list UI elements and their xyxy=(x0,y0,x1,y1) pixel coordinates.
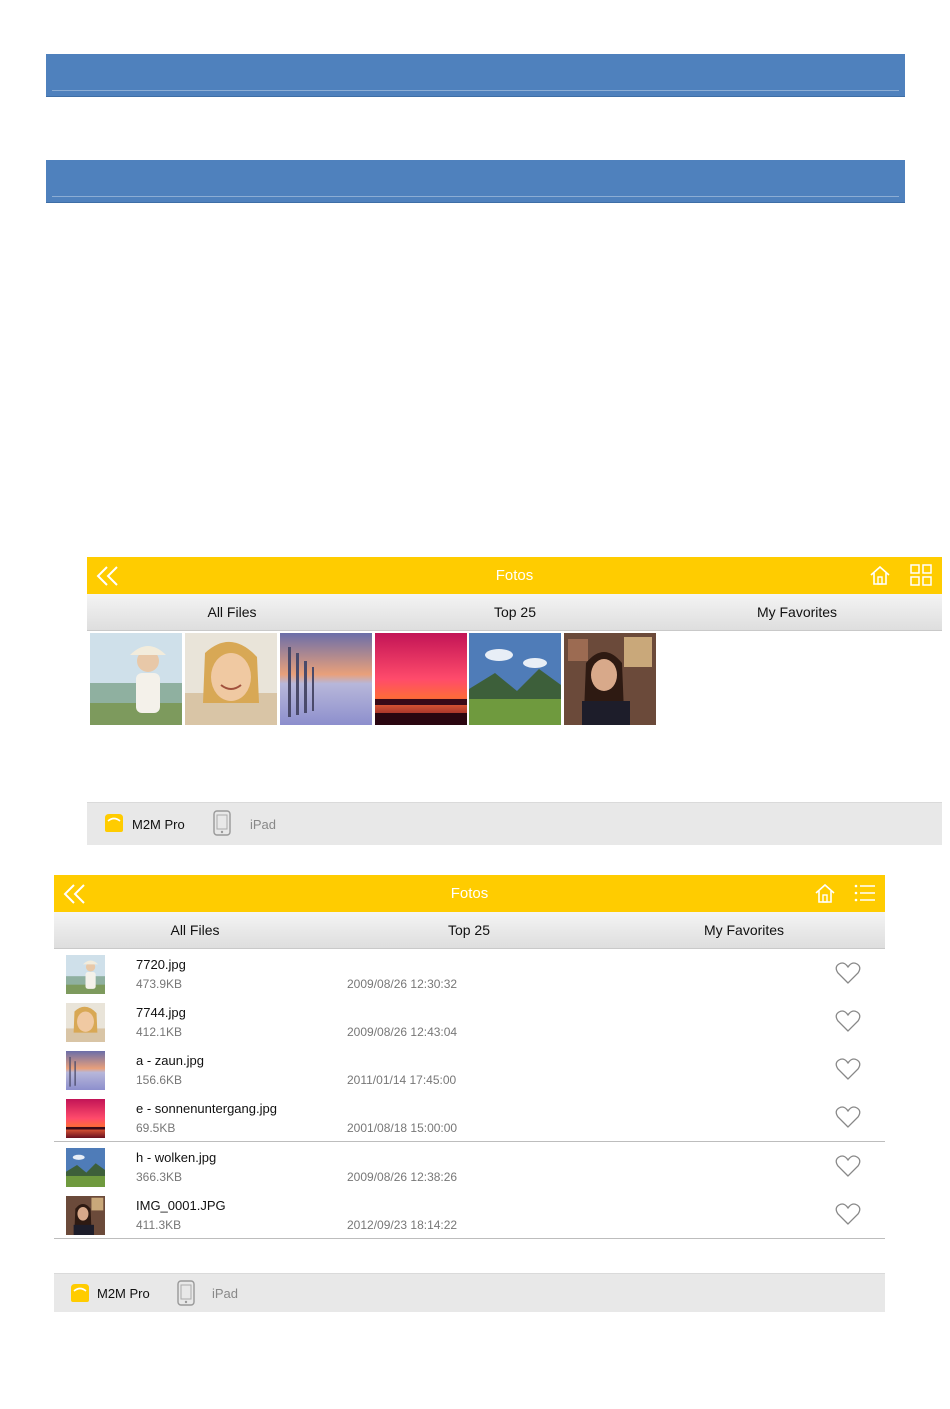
file-row[interactable]: 7720.jpg 473.9KB 2009/08/26 12:30:32 xyxy=(54,949,885,998)
file-name: e - sonnenuntergang.jpg xyxy=(136,1101,277,1116)
ipad-label[interactable]: iPad xyxy=(250,817,276,832)
heart-outline-icon[interactable] xyxy=(835,1009,861,1033)
photo-thumbnail[interactable] xyxy=(469,633,561,725)
m2m-drive-icon[interactable] xyxy=(68,1282,92,1304)
m2m-drive-icon[interactable] xyxy=(102,812,126,834)
file-size: 69.5KB xyxy=(136,1121,176,1135)
file-name: 7744.jpg xyxy=(136,1005,186,1020)
file-size: 411.3KB xyxy=(136,1218,182,1232)
photo-thumbnail[interactable] xyxy=(185,633,277,725)
file-date: 2012/09/23 18:14:22 xyxy=(347,1218,458,1232)
double-chevron-left-icon[interactable] xyxy=(95,564,121,588)
file-size: 156.6KB xyxy=(136,1073,183,1087)
file-thumbnail xyxy=(66,1148,105,1187)
file-thumbnail xyxy=(66,1003,105,1042)
m2m-pro-label[interactable]: M2M Pro xyxy=(132,817,185,832)
tab-all-files[interactable]: All Files xyxy=(95,912,295,948)
grid-title: Fotos xyxy=(495,567,534,584)
file-date: 2009/08/26 12:43:04 xyxy=(347,1025,458,1039)
heart-outline-icon[interactable] xyxy=(835,961,861,985)
tab-top-25[interactable]: Top 25 xyxy=(415,594,615,630)
photo-thumbnail[interactable] xyxy=(564,633,656,725)
file-name: a - zaun.jpg xyxy=(136,1053,204,1068)
file-thumbnail xyxy=(66,955,105,994)
m2m-pro-label[interactable]: M2M Pro xyxy=(97,1286,150,1301)
list-view-screenshot: Fotos All Files Top 25 My Favorites 7720… xyxy=(54,875,885,1312)
list-bottombar: M2M Pro iPad xyxy=(54,1273,885,1312)
grid-bottombar: M2M Pro iPad xyxy=(87,802,942,845)
grid-view-screenshot: Fotos All Files Top 25 My Favorites M2M … xyxy=(87,557,942,845)
grid-tabbar: All Files Top 25 My Favorites xyxy=(87,594,942,631)
file-row[interactable]: h - wolken.jpg 366.3KB 2009/08/26 12:38:… xyxy=(54,1142,885,1191)
file-row[interactable]: e - sonnenuntergang.jpg 69.5KB 2001/08/1… xyxy=(54,1093,885,1142)
list-view-icon[interactable] xyxy=(853,882,877,904)
tab-my-favorites[interactable]: My Favorites xyxy=(697,594,897,630)
file-thumbnail xyxy=(66,1196,105,1235)
tab-top-25[interactable]: Top 25 xyxy=(369,912,569,948)
home-icon[interactable] xyxy=(869,564,891,586)
file-date: 2009/08/26 12:38:26 xyxy=(347,1170,458,1184)
list-tabbar: All Files Top 25 My Favorites xyxy=(54,912,885,949)
double-chevron-left-icon[interactable] xyxy=(62,882,88,906)
file-date: 2001/08/18 15:00:00 xyxy=(347,1121,458,1135)
ipad-label[interactable]: iPad xyxy=(212,1286,238,1301)
photo-thumbnail[interactable] xyxy=(375,633,467,725)
heart-outline-icon[interactable] xyxy=(835,1202,861,1226)
grid-view-icon[interactable] xyxy=(909,564,933,586)
photo-thumbnail[interactable] xyxy=(90,633,182,725)
ipad-device-icon[interactable] xyxy=(212,810,232,836)
file-row[interactable]: a - zaun.jpg 156.6KB 2011/01/14 17:45:00 xyxy=(54,1045,885,1094)
file-date: 2011/01/14 17:45:00 xyxy=(347,1073,457,1087)
file-name: IMG_0001.JPG xyxy=(136,1198,226,1213)
file-thumbnail xyxy=(66,1099,105,1138)
photo-thumbnail[interactable] xyxy=(280,633,372,725)
tab-all-files[interactable]: All Files xyxy=(132,594,332,630)
file-size: 412.1KB xyxy=(136,1025,183,1039)
heart-outline-icon[interactable] xyxy=(835,1105,861,1129)
file-size: 366.3KB xyxy=(136,1170,183,1184)
file-thumbnail xyxy=(66,1051,105,1090)
file-size: 473.9KB xyxy=(136,977,183,991)
heart-outline-icon[interactable] xyxy=(835,1154,861,1178)
list-title: Fotos xyxy=(450,885,489,902)
tab-my-favorites[interactable]: My Favorites xyxy=(644,912,844,948)
file-name: 7720.jpg xyxy=(136,957,186,972)
file-name: h - wolken.jpg xyxy=(136,1150,217,1165)
file-date: 2009/08/26 12:30:32 xyxy=(347,977,458,991)
ipad-device-icon[interactable] xyxy=(176,1280,196,1306)
heart-outline-icon[interactable] xyxy=(835,1057,861,1081)
file-row[interactable]: IMG_0001.JPG 411.3KB 2012/09/23 18:14:22 xyxy=(54,1190,885,1239)
grid-topbar: Fotos xyxy=(87,557,942,594)
file-row[interactable]: 7744.jpg 412.1KB 2009/08/26 12:43:04 xyxy=(54,997,885,1046)
home-icon[interactable] xyxy=(814,882,836,904)
heading-bar-1 xyxy=(46,54,905,97)
list-topbar: Fotos xyxy=(54,875,885,912)
heading-bar-2 xyxy=(46,160,905,203)
